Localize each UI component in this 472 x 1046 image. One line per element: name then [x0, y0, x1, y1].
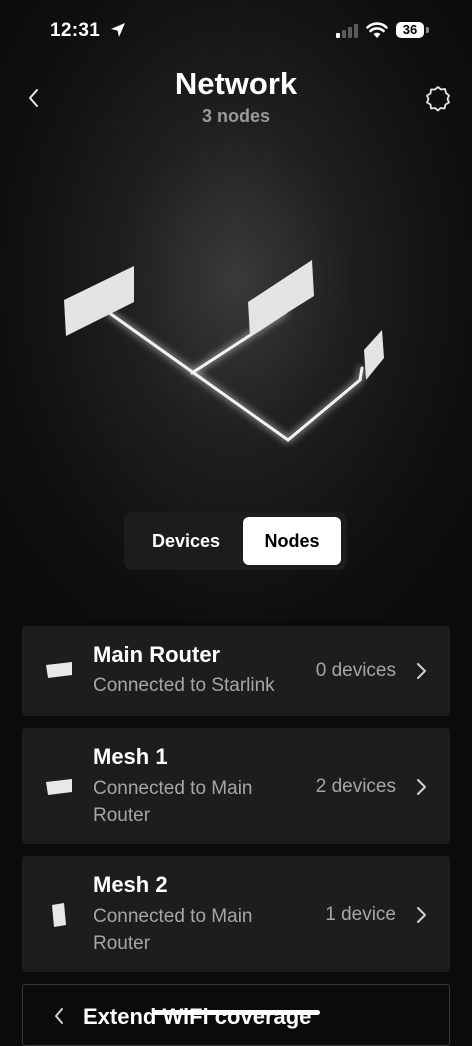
node-device-count: 1 device [325, 904, 396, 925]
node-name: Main Router [93, 642, 221, 667]
nodes-tab[interactable]: Nodes [243, 517, 341, 565]
network-topology-diagram [64, 260, 384, 442]
node-connection: Connected to Starlink [93, 675, 275, 696]
gear-icon[interactable] [424, 84, 452, 112]
connection-line [106, 310, 362, 442]
page-title: Network [174, 66, 298, 101]
connection-line [358, 366, 364, 382]
location-arrow-icon [111, 23, 125, 37]
chevron-right-icon [417, 663, 426, 679]
extend-coverage-button[interactable]: Extend WiFi coverage [22, 984, 450, 1046]
mesh1-node-shape [248, 260, 314, 336]
node-card-mesh-1[interactable]: Mesh 1 Connected to Main Router 2 device… [22, 728, 450, 844]
mesh2-node-shape [364, 330, 384, 380]
node-name: Mesh 2 [93, 872, 168, 897]
chevron-right-icon [417, 907, 426, 923]
node-connection: Connected to Main Router [93, 906, 253, 954]
chevron-left-icon [55, 1008, 63, 1024]
extend-coverage-label: Extend WiFi coverage [83, 1004, 312, 1029]
battery-level: 36 [396, 22, 424, 38]
router-icon [46, 662, 72, 678]
devices-tab[interactable]: Devices [130, 517, 242, 565]
node-connection: Connected to Main Router [93, 778, 253, 826]
status-time: 12:31 [50, 20, 101, 41]
view-segmented-control: Devices Nodes [124, 512, 347, 570]
home-indicator[interactable] [152, 1010, 320, 1015]
node-name: Mesh 1 [93, 744, 168, 769]
node-device-count: 0 devices [315, 660, 396, 681]
battery-indicator: 36 [396, 22, 430, 40]
chevron-right-icon [417, 779, 426, 795]
wifi-icon [366, 22, 388, 38]
mesh-node-icon [46, 779, 72, 795]
page-subtitle: 3 nodes [201, 106, 271, 126]
router-node-shape [64, 266, 134, 336]
status-bar: 12:31 36 [0, 0, 472, 60]
cellular-signal-icon [336, 24, 358, 38]
node-device-count: 2 devices [315, 776, 396, 797]
node-card-mesh-2[interactable]: Mesh 2 Connected to Main Router 1 device [22, 856, 450, 972]
mesh-node-icon [52, 903, 66, 927]
node-card-main-router[interactable]: Main Router Connected to Starlink 0 devi… [22, 626, 450, 716]
